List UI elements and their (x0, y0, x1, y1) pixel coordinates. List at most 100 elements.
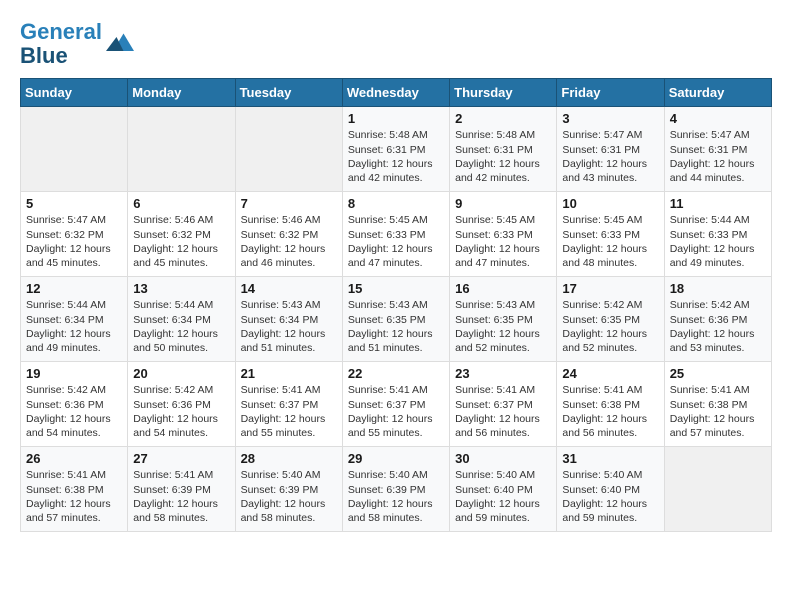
day-number: 15 (348, 281, 444, 296)
cell-info: Sunrise: 5:46 AMSunset: 6:32 PMDaylight:… (241, 213, 337, 270)
cell-info: Sunrise: 5:41 AMSunset: 6:38 PMDaylight:… (26, 468, 122, 525)
day-number: 8 (348, 196, 444, 211)
calendar-cell: 6 Sunrise: 5:46 AMSunset: 6:32 PMDaylight… (128, 192, 235, 277)
calendar-cell: 28 Sunrise: 5:40 AMSunset: 6:39 PMDayligh… (235, 447, 342, 532)
week-row-3: 12 Sunrise: 5:44 AMSunset: 6:34 PMDayligh… (21, 277, 772, 362)
cell-info: Sunrise: 5:45 AMSunset: 6:33 PMDaylight:… (562, 213, 658, 270)
day-number: 1 (348, 111, 444, 126)
calendar-cell: 2Sunrise: 5:48 AMSunset: 6:31 PMDaylight… (450, 107, 557, 192)
calendar-cell: 12 Sunrise: 5:44 AMSunset: 6:34 PMDayligh… (21, 277, 128, 362)
day-number: 13 (133, 281, 229, 296)
weekday-header-thursday: Thursday (450, 79, 557, 107)
week-row-5: 26 Sunrise: 5:41 AMSunset: 6:38 PMDayligh… (21, 447, 772, 532)
calendar-cell (664, 447, 771, 532)
day-number: 28 (241, 451, 337, 466)
page-header: General Blue (20, 20, 772, 68)
calendar-cell (21, 107, 128, 192)
calendar-cell: 14 Sunrise: 5:43 AMSunset: 6:34 PMDayligh… (235, 277, 342, 362)
cell-info: Sunrise: 5:45 AMSunset: 6:33 PMDaylight:… (348, 213, 444, 270)
calendar-cell: 8 Sunrise: 5:45 AMSunset: 6:33 PMDaylight… (342, 192, 449, 277)
calendar-cell: 24 Sunrise: 5:41 AMSunset: 6:38 PMDayligh… (557, 362, 664, 447)
logo-icon (106, 30, 134, 58)
calendar-cell: 1Sunrise: 5:48 AMSunset: 6:31 PMDaylight… (342, 107, 449, 192)
day-number: 9 (455, 196, 551, 211)
calendar-cell: 31Sunrise: 5:40 AMSunset: 6:40 PMDayligh… (557, 447, 664, 532)
calendar-cell: 17 Sunrise: 5:42 AMSunset: 6:35 PMDayligh… (557, 277, 664, 362)
day-number: 7 (241, 196, 337, 211)
calendar-cell: 15 Sunrise: 5:43 AMSunset: 6:35 PMDayligh… (342, 277, 449, 362)
day-number: 18 (670, 281, 766, 296)
day-number: 2 (455, 111, 551, 126)
cell-info: Sunrise: 5:44 AMSunset: 6:34 PMDaylight:… (133, 298, 229, 355)
calendar-cell: 3Sunrise: 5:47 AMSunset: 6:31 PMDaylight… (557, 107, 664, 192)
week-row-1: 1Sunrise: 5:48 AMSunset: 6:31 PMDaylight… (21, 107, 772, 192)
day-number: 11 (670, 196, 766, 211)
cell-info: Sunrise: 5:40 AMSunset: 6:39 PMDaylight:… (241, 468, 337, 525)
cell-info: Sunrise: 5:44 AMSunset: 6:33 PMDaylight:… (670, 213, 766, 270)
weekday-header-tuesday: Tuesday (235, 79, 342, 107)
cell-info: Sunrise: 5:43 AMSunset: 6:35 PMDaylight:… (348, 298, 444, 355)
cell-info: Sunrise: 5:43 AMSunset: 6:34 PMDaylight:… (241, 298, 337, 355)
calendar-cell: 22 Sunrise: 5:41 AMSunset: 6:37 PMDayligh… (342, 362, 449, 447)
calendar-cell: 30 Sunrise: 5:40 AMSunset: 6:40 PMDayligh… (450, 447, 557, 532)
cell-info: Sunrise: 5:41 AMSunset: 6:37 PMDaylight:… (348, 383, 444, 440)
weekday-header-sunday: Sunday (21, 79, 128, 107)
calendar-cell: 18Sunrise: 5:42 AMSunset: 6:36 PMDayligh… (664, 277, 771, 362)
calendar-cell: 23 Sunrise: 5:41 AMSunset: 6:37 PMDayligh… (450, 362, 557, 447)
day-number: 27 (133, 451, 229, 466)
day-number: 31 (562, 451, 658, 466)
logo: General Blue (20, 20, 134, 68)
day-number: 6 (133, 196, 229, 211)
day-number: 20 (133, 366, 229, 381)
cell-info: Sunrise: 5:47 AMSunset: 6:31 PMDaylight:… (670, 128, 766, 185)
calendar-cell: 27Sunrise: 5:41 AMSunset: 6:39 PMDayligh… (128, 447, 235, 532)
cell-info: Sunrise: 5:41 AMSunset: 6:37 PMDaylight:… (455, 383, 551, 440)
weekday-header-monday: Monday (128, 79, 235, 107)
calendar-cell: 19 Sunrise: 5:42 AMSunset: 6:36 PMDayligh… (21, 362, 128, 447)
day-number: 24 (562, 366, 658, 381)
cell-info: Sunrise: 5:47 AMSunset: 6:32 PMDaylight:… (26, 213, 122, 270)
weekday-header-row: SundayMondayTuesdayWednesdayThursdayFrid… (21, 79, 772, 107)
cell-info: Sunrise: 5:43 AMSunset: 6:35 PMDaylight:… (455, 298, 551, 355)
calendar-cell: 9 Sunrise: 5:45 AMSunset: 6:33 PMDaylight… (450, 192, 557, 277)
calendar-cell: 25Sunrise: 5:41 AMSunset: 6:38 PMDayligh… (664, 362, 771, 447)
calendar-cell: 20 Sunrise: 5:42 AMSunset: 6:36 PMDayligh… (128, 362, 235, 447)
day-number: 21 (241, 366, 337, 381)
cell-info: Sunrise: 5:40 AMSunset: 6:39 PMDaylight:… (348, 468, 444, 525)
cell-info: Sunrise: 5:42 AMSunset: 6:35 PMDaylight:… (562, 298, 658, 355)
calendar-cell: 16Sunrise: 5:43 AMSunset: 6:35 PMDayligh… (450, 277, 557, 362)
cell-info: Sunrise: 5:46 AMSunset: 6:32 PMDaylight:… (133, 213, 229, 270)
week-row-2: 5 Sunrise: 5:47 AMSunset: 6:32 PMDaylight… (21, 192, 772, 277)
cell-info: Sunrise: 5:41 AMSunset: 6:38 PMDaylight:… (562, 383, 658, 440)
day-number: 17 (562, 281, 658, 296)
day-number: 10 (562, 196, 658, 211)
calendar-cell: 10 Sunrise: 5:45 AMSunset: 6:33 PMDayligh… (557, 192, 664, 277)
day-number: 23 (455, 366, 551, 381)
day-number: 14 (241, 281, 337, 296)
calendar-cell: 7 Sunrise: 5:46 AMSunset: 6:32 PMDaylight… (235, 192, 342, 277)
day-number: 19 (26, 366, 122, 381)
cell-info: Sunrise: 5:47 AMSunset: 6:31 PMDaylight:… (562, 128, 658, 185)
week-row-4: 19 Sunrise: 5:42 AMSunset: 6:36 PMDayligh… (21, 362, 772, 447)
day-number: 26 (26, 451, 122, 466)
calendar-cell: 5 Sunrise: 5:47 AMSunset: 6:32 PMDaylight… (21, 192, 128, 277)
calendar-cell: 21Sunrise: 5:41 AMSunset: 6:37 PMDayligh… (235, 362, 342, 447)
calendar-cell: 13 Sunrise: 5:44 AMSunset: 6:34 PMDayligh… (128, 277, 235, 362)
day-number: 12 (26, 281, 122, 296)
calendar-cell: 11 Sunrise: 5:44 AMSunset: 6:33 PMDayligh… (664, 192, 771, 277)
cell-info: Sunrise: 5:42 AMSunset: 6:36 PMDaylight:… (26, 383, 122, 440)
weekday-header-friday: Friday (557, 79, 664, 107)
day-number: 22 (348, 366, 444, 381)
cell-info: Sunrise: 5:40 AMSunset: 6:40 PMDaylight:… (455, 468, 551, 525)
calendar-cell (128, 107, 235, 192)
cell-info: Sunrise: 5:41 AMSunset: 6:38 PMDaylight:… (670, 383, 766, 440)
calendar-cell (235, 107, 342, 192)
cell-info: Sunrise: 5:42 AMSunset: 6:36 PMDaylight:… (133, 383, 229, 440)
calendar-cell: 29Sunrise: 5:40 AMSunset: 6:39 PMDayligh… (342, 447, 449, 532)
day-number: 5 (26, 196, 122, 211)
day-number: 30 (455, 451, 551, 466)
cell-info: Sunrise: 5:44 AMSunset: 6:34 PMDaylight:… (26, 298, 122, 355)
calendar-cell: 4Sunrise: 5:47 AMSunset: 6:31 PMDaylight… (664, 107, 771, 192)
cell-info: Sunrise: 5:45 AMSunset: 6:33 PMDaylight:… (455, 213, 551, 270)
calendar-cell: 26 Sunrise: 5:41 AMSunset: 6:38 PMDayligh… (21, 447, 128, 532)
